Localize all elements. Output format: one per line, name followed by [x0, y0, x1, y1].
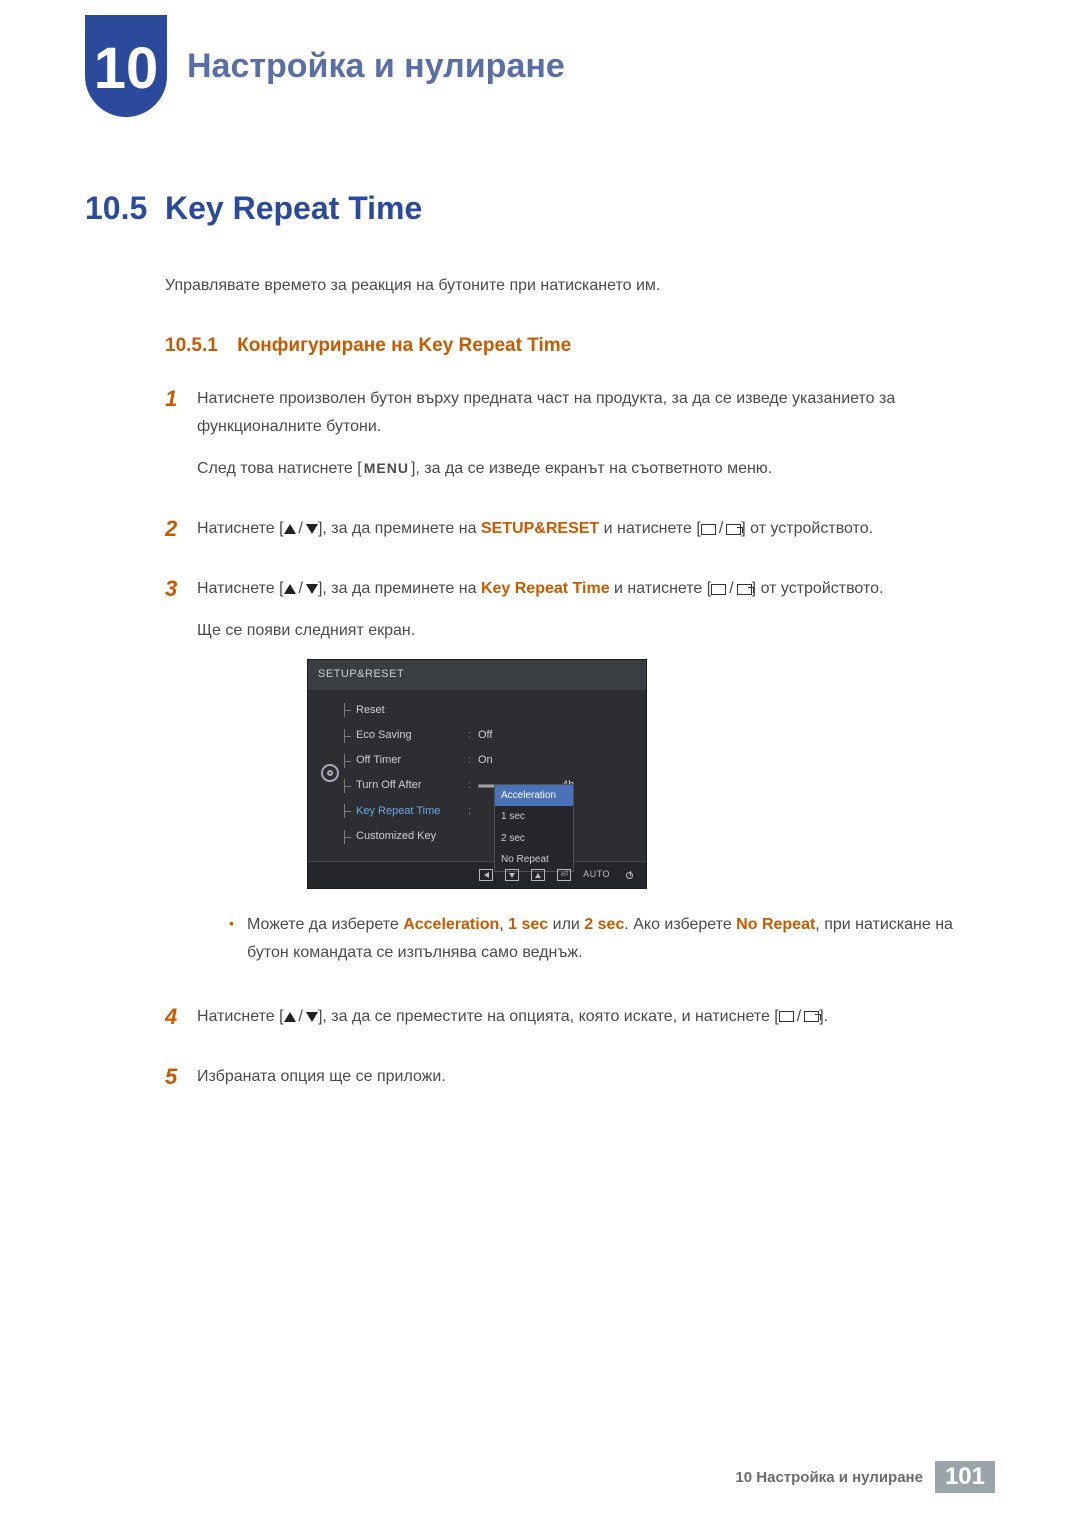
step-number: 4 — [165, 1003, 197, 1045]
step-2: 2 Натиснете [/], за да преминете на SETU… — [165, 515, 995, 557]
step-number: 2 — [165, 515, 197, 557]
bullet-item: • Можете да изберете Acceleration, 1 sec… — [229, 911, 995, 967]
chapter-title: Настройка и нулиране — [187, 47, 565, 86]
osd-option-acceleration: Acceleration — [495, 785, 573, 807]
osd-item-eco: Eco Saving — [356, 726, 468, 745]
step-1: 1 Натиснете произволен бутон върху предн… — [165, 385, 995, 497]
osd-dropdown: Acceleration 1 sec 2 sec No Repeat — [494, 784, 574, 872]
step-5-text: Избраната опция ще се приложи. — [197, 1063, 995, 1091]
osd-back-icon — [479, 869, 493, 881]
bullet-icon: • — [229, 911, 247, 967]
up-down-arrow-icon: / — [284, 515, 318, 543]
step-4: 4 Натиснете [/], за да се преместите на … — [165, 1003, 995, 1045]
osd-power-icon — [622, 869, 636, 881]
osd-val-offtimer: On — [478, 751, 636, 770]
keyword-key-repeat-time: Key Repeat Time — [481, 580, 610, 597]
osd-item-custom: Customized Key — [356, 827, 468, 846]
osd-option-1sec: 1 sec — [495, 806, 573, 828]
chapter-number-badge: 10 — [85, 15, 167, 117]
section-title: Key Repeat Time — [165, 190, 422, 227]
step-3-tail: Ще се появи следният екран. — [197, 617, 995, 645]
select-enter-icon: / — [711, 575, 751, 603]
osd-item-offtimer: Off Timer — [356, 751, 468, 770]
step-3-text: Натиснете [/], за да преминете на Key Re… — [197, 575, 995, 603]
step-1-text-a: Натиснете произволен бутон върху преднат… — [197, 385, 995, 441]
osd-footer: ⏎ AUTO — [308, 862, 646, 888]
osd-val-eco: Off — [478, 726, 636, 745]
osd-screenshot: SETUP&RESET Reset Eco Saving:Off Off Tim… — [307, 659, 995, 889]
osd-option-2sec: 2 sec — [495, 828, 573, 850]
select-enter-icon: / — [701, 515, 741, 543]
up-down-arrow-icon: / — [284, 575, 318, 603]
step-number: 5 — [165, 1063, 197, 1105]
page-number: 101 — [935, 1461, 995, 1493]
subsection-number: 10.5.1 — [165, 335, 218, 356]
osd-title: SETUP&RESET — [308, 660, 646, 689]
step-1-text-b: След това натиснете [MENU], за да се изв… — [197, 455, 995, 483]
step-number: 3 — [165, 575, 197, 985]
osd-item-reset: Reset — [356, 701, 468, 720]
osd-item-krt: Key Repeat Time — [356, 802, 468, 821]
step-2-text: Натиснете [/], за да преминете на SETUP&… — [197, 515, 995, 543]
section-heading: 10.5 Key Repeat Time — [85, 190, 995, 227]
footer-chapter-label: 10 Настройка и нулиране — [735, 1469, 923, 1486]
subsection-title: Конфигуриране на Key Repeat Time — [237, 335, 571, 356]
up-down-arrow-icon: / — [284, 1003, 318, 1031]
osd-down-icon — [505, 869, 519, 881]
menu-label: MENU — [362, 456, 411, 481]
step-4-text: Натиснете [/], за да се преместите на оп… — [197, 1003, 995, 1031]
select-enter-icon: / — [779, 1003, 819, 1031]
osd-enter-icon: ⏎ — [557, 869, 571, 881]
osd-up-icon — [531, 869, 545, 881]
step-5: 5 Избраната опция ще се приложи. — [165, 1063, 995, 1105]
osd-item-turnoff: Turn Off After — [356, 776, 468, 795]
section-number: 10.5 — [85, 190, 165, 227]
subsection-heading: 10.5.1 Конфигуриране на Key Repeat Time — [165, 335, 995, 357]
page-footer: 10 Настройка и нулиране 101 — [735, 1461, 995, 1493]
step-3: 3 Натиснете [/], за да преминете на Key … — [165, 575, 995, 985]
gear-icon — [321, 764, 339, 782]
step-number: 1 — [165, 385, 197, 497]
keyword-setup-reset: SETUP&RESET — [481, 520, 599, 537]
section-intro: Управлявате времето за реакция на бутони… — [165, 277, 995, 295]
chapter-header: 10 Настройка и нулиране — [85, 15, 565, 117]
osd-auto-label: AUTO — [583, 867, 610, 883]
bullet-text: Можете да изберете Acceleration, 1 sec и… — [247, 911, 995, 967]
